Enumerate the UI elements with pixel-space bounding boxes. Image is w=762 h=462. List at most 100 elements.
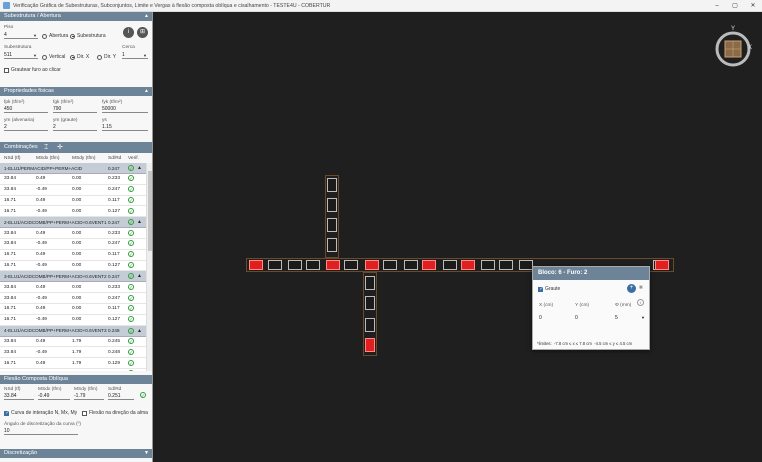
table-row[interactable]: 33.84 -0.49 0.00 0.247 ✓: [0, 293, 146, 304]
section-discretizacao-header[interactable]: Discretização ▼: [0, 449, 152, 458]
popup-phi-select[interactable]: 5 ▼: [615, 315, 645, 321]
fpk-input[interactable]: 450: [4, 106, 48, 113]
table-row[interactable]: 33.84 0.49 0.00 0.233 ✓: [0, 174, 146, 185]
section-propriedades-header[interactable]: Propriedades físicas ▲: [0, 87, 152, 96]
table-row[interactable]: 33.84 0.49 1.79 0.245 ✓: [0, 337, 146, 348]
masonry-block[interactable]: [327, 238, 337, 252]
radio-vertical[interactable]: Vertical: [42, 54, 65, 60]
masonry-block[interactable]: [365, 296, 375, 310]
check-ok-icon: ✓: [128, 294, 134, 301]
table-row[interactable]: 33.84 -0.49 1.79 0.248 ✓: [0, 347, 146, 359]
masonry-block[interactable]: [365, 276, 375, 290]
masonry-block[interactable]: [306, 260, 320, 270]
masonry-block[interactable]: [344, 260, 358, 270]
popup-x-input[interactable]: 0: [539, 315, 542, 321]
grouted-block[interactable]: [655, 260, 669, 270]
masonry-block[interactable]: [481, 260, 495, 270]
popup-y-input[interactable]: 0: [575, 315, 578, 321]
fgk-input[interactable]: 790: [53, 106, 97, 113]
table-scrollbar[interactable]: [146, 163, 152, 371]
minimize-button[interactable]: –: [708, 0, 726, 12]
collapse-icon[interactable]: ▲: [137, 219, 142, 225]
combination-group-row[interactable]: 3-ELU1/ACIDCOMB/PP+PERM+ACID+0.6VENT2 0.2…: [0, 271, 146, 283]
crosshair-icon[interactable]: ✛: [57, 142, 63, 153]
masonry-block[interactable]: [404, 260, 418, 270]
table-row[interactable]: 33.84 0.49 0.00 0.233 ✓: [0, 228, 146, 239]
masonry-block[interactable]: [268, 260, 282, 270]
curva-interacao-checkbox[interactable]: Curva de interação N, Mx, My: [4, 410, 77, 416]
grouted-block[interactable]: [326, 260, 340, 270]
grouted-block[interactable]: [249, 260, 263, 270]
table-row[interactable]: 16.71 0.49 0.00 0.117 ✓: [0, 250, 146, 261]
block-popup[interactable]: Bloco: 6 - Furo: 2 Graute + ■ X (cm) Y (…: [532, 266, 650, 350]
subestrutura-select[interactable]: 511 ▼: [4, 52, 38, 59]
ys-input[interactable]: 1.15: [102, 124, 148, 131]
cell-nsd: 16.71: [4, 197, 17, 203]
scrollbar-thumb[interactable]: [148, 171, 152, 251]
collapse-icon[interactable]: ▲: [137, 165, 142, 171]
grouted-block[interactable]: [365, 260, 379, 270]
combination-group-row[interactable]: 4-ELU1/ACIDCOMB/PP+PERM+ACID+0.6VENT3 0.2…: [0, 325, 146, 337]
check-ok-icon: ✓: [128, 337, 134, 344]
piso-select[interactable]: 4 ▼: [4, 32, 38, 39]
masonry-block[interactable]: [288, 260, 302, 270]
radio-dir-x[interactable]: Dir. X: [70, 54, 89, 60]
table-row[interactable]: 16.71 0.49 0.00 0.117 ✓: [0, 196, 146, 207]
limits-x: -7.8 cm ≤ x ≤ 7.8 cm: [554, 341, 592, 346]
radio-subestrutura[interactable]: Subestrutura: [70, 33, 106, 39]
masonry-block[interactable]: [327, 178, 337, 192]
section-combinacoes-header[interactable]: Combinações ⌶ ✛: [0, 142, 152, 153]
masonry-block[interactable]: [443, 260, 457, 270]
ym-graute-input[interactable]: 2: [53, 124, 97, 131]
angulo-input[interactable]: 10: [4, 428, 78, 435]
table-row[interactable]: 33.84 -0.49 0.00 0.247 ✓: [0, 185, 146, 196]
close-button[interactable]: ✕: [744, 0, 762, 12]
table-row[interactable]: 33.84 -0.49 0.00 0.247 ✓: [0, 239, 146, 250]
masonry-block[interactable]: [519, 260, 533, 270]
section-title: Flexão Composta Oblíqua: [4, 376, 68, 382]
collapse-icon[interactable]: ▲: [137, 273, 142, 279]
grouted-block[interactable]: [422, 260, 436, 270]
section-subestrutura-header[interactable]: Subestrutura / Abertura ▲: [0, 12, 152, 21]
table-row[interactable]: 33.84 0.49 0.00 0.233 ✓: [0, 282, 146, 294]
flexao-alma-checkbox[interactable]: Flexão na direção da alma: [82, 410, 148, 416]
graute-checkbox[interactable]: Graute: [538, 286, 560, 292]
collapse-icon[interactable]: ▲: [137, 328, 142, 334]
fyk-label: fyk (tf/m²): [102, 100, 123, 105]
masonry-block[interactable]: [499, 260, 513, 270]
radio-abertura[interactable]: Abertura: [42, 33, 68, 39]
combination-group-row[interactable]: 1-ELU1/PERMACID/PP+PERM+ACID 0.247 ✓ ▲: [0, 163, 146, 174]
add-button[interactable]: +: [627, 284, 636, 293]
masonry-block[interactable]: [365, 318, 375, 332]
remove-icon[interactable]: ■: [639, 285, 643, 291]
table-row[interactable]: 16.71 -0.49 0.00 0.127 ✓: [0, 206, 146, 218]
table-row[interactable]: 16.71 -0.49 0.00 0.127 ✓: [0, 315, 146, 326]
table-row[interactable]: 16.71 0.49 1.79 0.129 ✓: [0, 358, 146, 369]
maximize-button[interactable]: ▢: [726, 0, 744, 12]
collapse-icon[interactable]: ▲: [144, 87, 149, 96]
info-button[interactable]: i: [123, 27, 134, 38]
view-cube[interactable]: Y X: [712, 26, 754, 70]
fyk-input[interactable]: 50000: [102, 106, 148, 113]
table-row[interactable]: 16.71-0.491.790.127✓: [0, 369, 146, 371]
collapse-icon[interactable]: ▲: [144, 12, 149, 21]
masonry-block[interactable]: [327, 198, 337, 212]
check-ok-icon: ✓: [128, 175, 134, 182]
section-flexao-header[interactable]: Flexão Composta Oblíqua: [0, 375, 152, 384]
cerca-select[interactable]: 1 ▼: [122, 52, 148, 59]
ym-alvenaria-input[interactable]: 2: [4, 124, 48, 131]
combination-group-row[interactable]: 2-ELU1/ACIDCOMB/PP+PERM+ACID+0.6VENT1 0.2…: [0, 217, 146, 229]
grouted-block[interactable]: [461, 260, 475, 270]
grautear-checkbox[interactable]: Grautear furo ao clicar: [4, 67, 61, 73]
masonry-block[interactable]: [383, 260, 397, 270]
masonry-block[interactable]: [327, 218, 337, 232]
table-row[interactable]: 16.71 -0.49 0.00 0.127 ✓: [0, 261, 146, 272]
info-icon[interactable]: i: [637, 299, 644, 306]
grid-button[interactable]: ⊞: [137, 27, 148, 38]
table-row[interactable]: 16.71 0.49 0.00 0.117 ✓: [0, 304, 146, 315]
drawing-canvas[interactable]: Y X Bloco: 6 - Furo: 2 Graute + ■ X (cm)…: [158, 12, 762, 462]
expand-icon[interactable]: ▼: [144, 449, 149, 458]
radio-dir-y[interactable]: Dir. Y: [97, 54, 116, 60]
grouted-block[interactable]: [365, 338, 375, 352]
combinations-table[interactable]: 1-ELU1/PERMACID/PP+PERM+ACID 0.247 ✓ ▲ 33.84…: [0, 163, 152, 371]
